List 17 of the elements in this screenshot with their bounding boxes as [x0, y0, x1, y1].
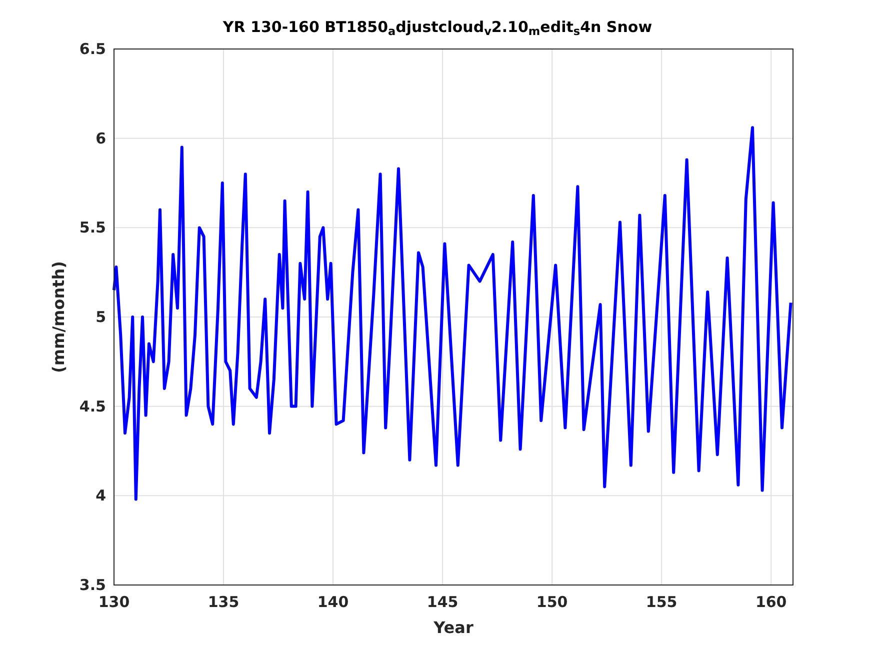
x-tick-label: 150 [536, 593, 568, 611]
chart-title: YR 130-160 BT1850$_{a}$djustcloud$_{v}$2.10$_{m}$edit$_{s}$4n Snow [222, 18, 652, 36]
y-tick-label: 6 [96, 129, 106, 148]
x-tick-label: 135 [208, 593, 240, 611]
y-tick-label: 6.5 [79, 40, 106, 58]
y-axis-label: (mm/month) [49, 261, 68, 373]
x-tick-label: 155 [646, 593, 678, 611]
y-tick-label: 5 [96, 308, 106, 326]
x-tick-label: 160 [755, 593, 787, 611]
x-axis-label: Year [434, 618, 474, 637]
y-tick-label: 4 [96, 486, 106, 505]
x-tick-label: 140 [317, 593, 349, 611]
y-tick-label: 3.5 [79, 576, 106, 594]
x-tick-label: 130 [98, 593, 130, 611]
y-tick-label: 4.5 [79, 397, 106, 416]
y-tick-label: 5.5 [79, 218, 106, 237]
x-tick-label: 145 [426, 593, 458, 611]
